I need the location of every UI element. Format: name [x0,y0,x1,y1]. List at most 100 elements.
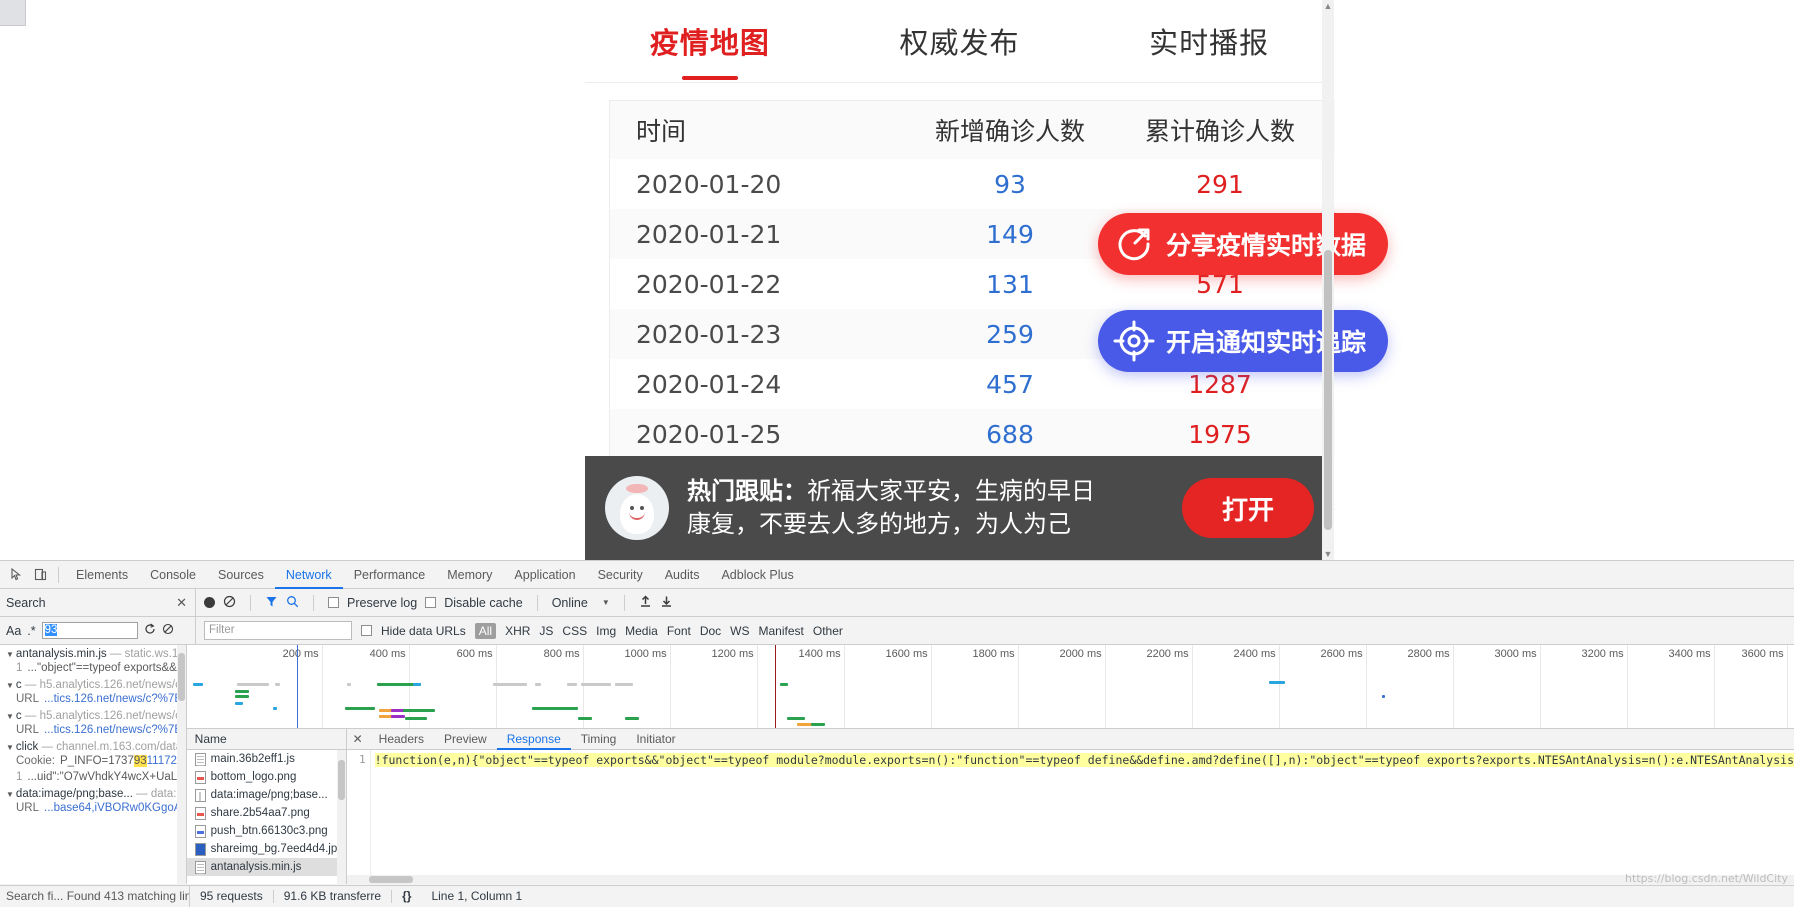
hot-comment-banner: 热门跟贴：祈福大家平安，生病的早日 康复，不要去人多的地方，为人为己 打开 [585,456,1334,560]
search-result-line[interactable]: 1...uid":"O7wVhdkY4wcX+UaLIK... [6,769,182,785]
filter-type-xhr[interactable]: XHR [505,624,530,638]
enable-notification-button[interactable]: 开启通知实时追踪 [1098,310,1388,372]
chevron-down-icon[interactable]: ▼ [6,650,14,659]
chevron-down-icon[interactable]: ▼ [6,712,14,721]
page-tabbar: 疫情地图 权威发布 实时播报 [585,0,1334,82]
scroll-down-arrow[interactable]: ▼ [1322,548,1334,560]
tab-elements[interactable]: Elements [65,561,139,589]
response-code-viewer[interactable]: 1 !function(e,n){"object"==typeof export… [347,750,1794,884]
request-row[interactable]: share.2b54aa7.png [187,804,346,822]
filter-type-img[interactable]: Img [596,624,616,638]
search-result-line[interactable]: URL...base64,iVBORw0KGgoAAA... [6,800,182,816]
detail-tab-initiator[interactable]: Initiator [626,729,685,750]
filter-type-doc[interactable]: Doc [700,624,721,638]
search-result-title[interactable]: ▼click — channel.m.163.com/data/... [6,741,182,753]
tab-authoritative-release[interactable]: 权威发布 [835,20,1085,62]
tab-live-broadcast[interactable]: 实时播报 [1084,20,1334,62]
filter-input[interactable]: Filter [204,621,352,640]
search-result-group[interactable]: ▼c — h5.analytics.126.net/news/c?... URL… [0,707,186,738]
device-toolbar-icon[interactable] [28,563,52,587]
filter-toolbar-row: Aa .* 93 Filter Hide data URLs All XHR J… [0,617,1794,645]
request-row[interactable]: shareimg_bg.7eed4d4.jpg [187,840,346,858]
page-scrollbar-thumb[interactable] [1324,250,1332,530]
detail-tab-headers[interactable]: Headers [369,729,434,750]
scroll-up-arrow[interactable]: ▲ [1322,0,1334,12]
filter-type-all[interactable]: All [475,623,496,639]
search-result-title[interactable]: ▼antanalysis.min.js — static.ws.126.... [6,648,182,660]
tab-security[interactable]: Security [587,561,654,589]
search-result-line[interactable]: Cookie:P_INFO=17379311172|15... [6,753,182,769]
tab-adblock-plus[interactable]: Adblock Plus [710,561,804,589]
record-icon[interactable] [204,597,215,608]
network-timeline-overview[interactable]: 200 ms 400 ms 600 ms 800 ms 1000 ms 1200… [187,645,1794,729]
request-row[interactable]: data:image/png;base... [187,786,346,804]
detail-tab-timing[interactable]: Timing [571,729,627,750]
code-scrollbar-thumb[interactable] [369,876,413,883]
filter-type-ws[interactable]: WS [730,624,749,638]
match-case-toggle[interactable]: Aa [6,624,21,638]
open-comment-button[interactable]: 打开 [1182,478,1314,538]
request-row[interactable]: bottom_logo.png [187,768,346,786]
filter-type-manifest[interactable]: Manifest [759,624,804,638]
pretty-print-icon[interactable]: {} [392,886,421,907]
request-list-scrollbar[interactable] [337,750,346,884]
chevron-down-icon[interactable]: ▼ [6,790,14,799]
search-result-title[interactable]: ▼data:image/png;base... — data:im... [6,788,182,800]
tab-audits[interactable]: Audits [654,561,711,589]
search-result-group[interactable]: ▼antanalysis.min.js — static.ws.126.... … [0,645,186,676]
search-result-group[interactable]: ▼data:image/png;base... — data:im... URL… [0,785,186,816]
share-data-button[interactable]: 分享疫情实时数据 [1098,213,1388,275]
tab-sources[interactable]: Sources [207,561,275,589]
hide-data-urls-label: Hide data URLs [381,624,466,638]
request-list-scrollbar-thumb[interactable] [338,760,345,800]
tab-application[interactable]: Application [503,561,586,589]
filter-type-css[interactable]: CSS [562,624,587,638]
filter-type-media[interactable]: Media [625,624,658,638]
inspect-element-icon[interactable] [4,563,28,587]
import-har-icon[interactable] [639,595,652,611]
detail-tab-response[interactable]: Response [497,729,571,750]
search-result-line[interactable]: URL...tics.126.net/news/c?%7B%... [6,722,182,738]
search-input[interactable]: 93 [42,622,138,639]
tab-network[interactable]: Network [275,561,343,589]
preserve-log-checkbox[interactable] [328,597,339,608]
detail-tab-preview[interactable]: Preview [434,729,497,750]
regex-toggle[interactable]: .* [27,624,35,638]
timeline-tick: 1600 ms [885,648,927,660]
page-scrollbar[interactable]: ▲ ▼ [1322,0,1334,560]
request-row-selected[interactable]: antanalysis.min.js [187,858,346,876]
search-result-title[interactable]: ▼c — h5.analytics.126.net/news/c?... [6,679,182,691]
code-horizontal-scrollbar[interactable] [347,875,1794,884]
search-result-line[interactable]: 1..."object"==typeof exports&&... [6,660,182,676]
search-pane-scrollbar[interactable] [177,645,186,884]
filter-type-font[interactable]: Font [667,624,691,638]
clear-search-icon[interactable] [162,623,174,638]
throttling-select[interactable]: Online ▼ [552,596,610,610]
filter-type-js[interactable]: JS [539,624,553,638]
timeline-bar [275,683,280,686]
refresh-icon[interactable] [144,623,156,638]
close-icon[interactable]: ✕ [176,595,187,611]
hide-data-urls-checkbox[interactable] [361,625,372,636]
search-result-title[interactable]: ▼c — h5.analytics.126.net/news/c?... [6,710,182,722]
disable-cache-checkbox[interactable] [425,597,436,608]
close-icon[interactable]: ✕ [347,732,369,746]
tab-memory[interactable]: Memory [436,561,503,589]
request-row[interactable]: main.36b2eff1.js [187,750,346,768]
tab-console[interactable]: Console [139,561,207,589]
chevron-down-icon[interactable]: ▼ [6,743,14,752]
tab-epidemic-map[interactable]: 疫情地图 [585,20,835,62]
search-result-group[interactable]: ▼c — h5.analytics.126.net/news/c?... URL… [0,676,186,707]
export-har-icon[interactable] [660,595,673,611]
search-icon[interactable] [286,595,299,611]
clear-icon[interactable] [223,595,236,611]
request-row[interactable]: push_btn.66130c3.png [187,822,346,840]
search-result-line[interactable]: URL...tics.126.net/news/c?%7B%... [6,691,182,707]
filter-type-other[interactable]: Other [813,624,843,638]
chevron-down-icon[interactable]: ▼ [6,681,14,690]
search-result-group[interactable]: ▼click — channel.m.163.com/data/... Cook… [0,738,186,785]
tab-performance[interactable]: Performance [343,561,437,589]
filter-icon[interactable] [265,595,278,611]
search-pane-scrollbar-thumb[interactable] [178,653,185,701]
code-line[interactable]: !function(e,n){"object"==typeof exports&… [371,750,1794,884]
